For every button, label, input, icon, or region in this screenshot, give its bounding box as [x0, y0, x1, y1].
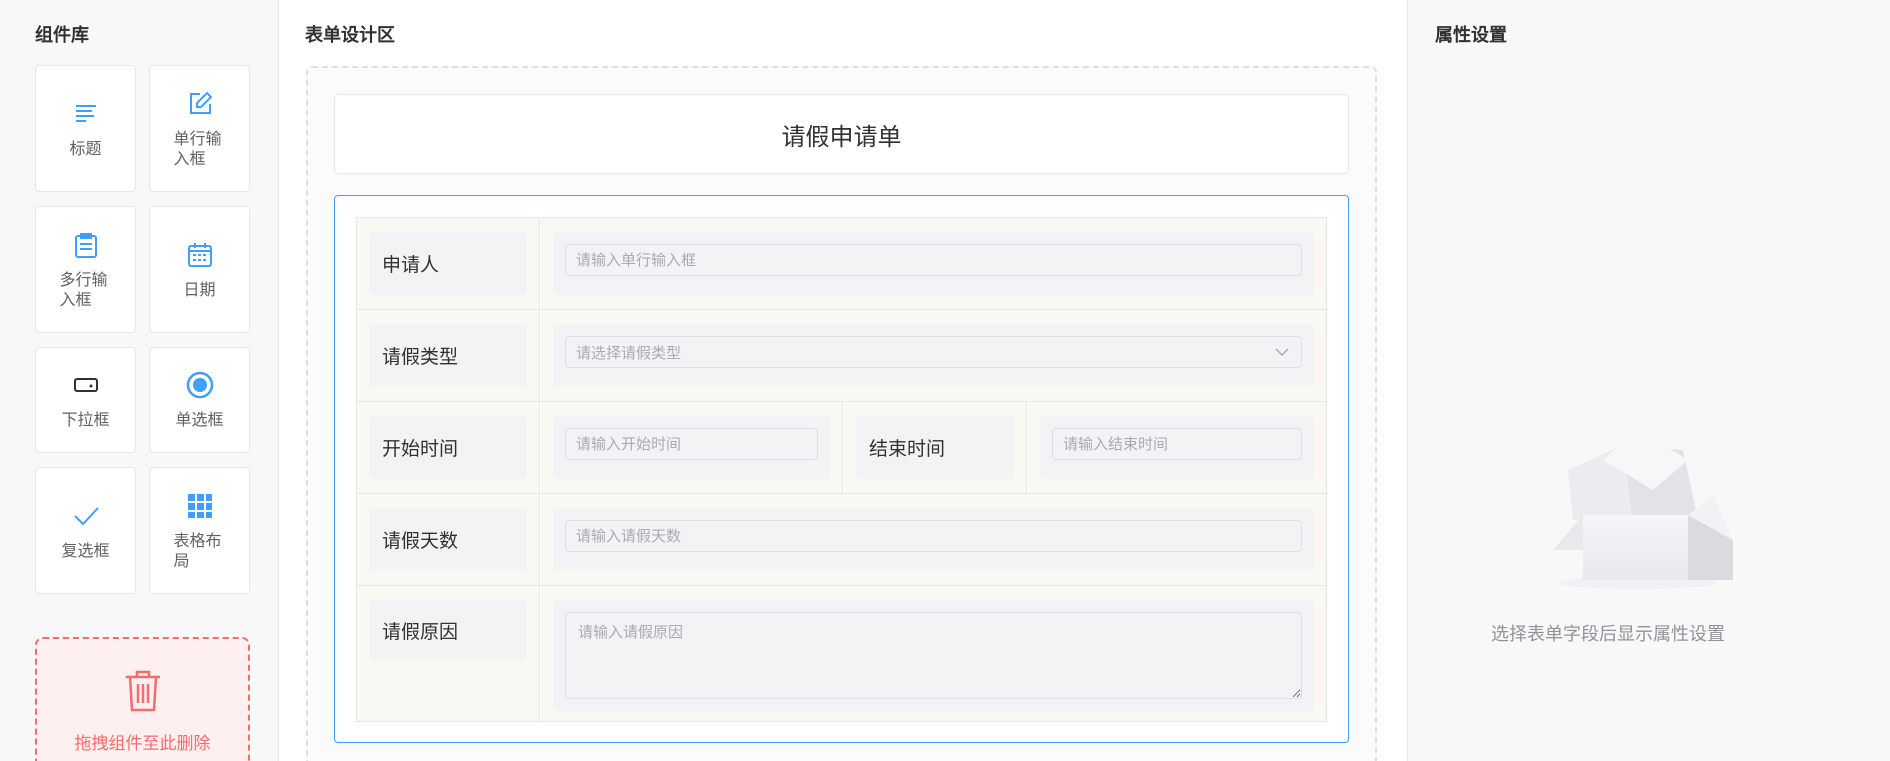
- form-title-component[interactable]: 请假申请单: [334, 94, 1349, 174]
- field-wrapper: [553, 416, 830, 479]
- component-label: 复选框: [61, 540, 110, 560]
- property-settings-title: 属性设置: [1435, 25, 1507, 46]
- calendar-icon: [185, 240, 215, 270]
- reason-textarea[interactable]: [565, 612, 1302, 699]
- component-label: 多行输入框: [59, 269, 108, 309]
- component-table-layout[interactable]: 表格布局: [149, 467, 250, 594]
- form-table: 申请人 请假类型 请选择请假类型: [356, 217, 1327, 722]
- leave-type-select[interactable]: 请选择请假类型: [565, 336, 1302, 368]
- document-icon: [71, 230, 101, 260]
- empty-state-text: 选择表单字段后显示属性设置: [1491, 624, 1725, 645]
- dropdown-icon: [71, 370, 101, 400]
- table-label-cell: 请假天数: [357, 494, 540, 585]
- component-label: 日期: [183, 279, 216, 299]
- applicant-input[interactable]: [565, 244, 1302, 276]
- leave-type-label: 请假类型: [369, 324, 527, 387]
- component-date[interactable]: 日期: [149, 206, 250, 333]
- trash-icon: [123, 669, 163, 717]
- field-wrapper: [553, 508, 1314, 571]
- chevron-down-icon: [1275, 345, 1289, 363]
- table-value-cell: [541, 494, 1326, 585]
- form-design-title: 表单设计区: [305, 25, 395, 46]
- component-single-input[interactable]: 单行输入框: [149, 65, 250, 192]
- check-icon: [71, 501, 101, 531]
- trash-dropzone[interactable]: 拖拽组件至此删除: [35, 637, 250, 761]
- end-time-input[interactable]: [1052, 428, 1302, 460]
- trash-label: 拖拽组件至此删除: [74, 734, 211, 754]
- table-label-cell: 申请人: [357, 218, 540, 309]
- component-grid: 标题 单行输入框 多行输入框 日期 下拉框 单选框 复选框 表格布局: [35, 65, 250, 594]
- field-wrapper: [1040, 416, 1314, 479]
- table-value-cell: 请选择请假类型: [541, 310, 1326, 401]
- table-value-cell: [541, 402, 843, 493]
- table-value-cell: [541, 586, 1326, 721]
- component-multi-input[interactable]: 多行输入框: [35, 206, 136, 333]
- heading-icon: [71, 99, 101, 129]
- edit-icon: [185, 89, 215, 119]
- table-label-cell: 请假原因: [357, 586, 540, 721]
- table-row-reason: 请假原因: [357, 586, 1326, 721]
- empty-box-icon: [1528, 375, 1748, 599]
- component-dropdown[interactable]: 下拉框: [35, 347, 136, 453]
- component-label: 表格布局: [173, 530, 222, 570]
- component-label: 标题: [69, 138, 102, 158]
- form-title-text: 请假申请单: [781, 122, 902, 151]
- radio-icon: [185, 370, 215, 400]
- component-label: 单选框: [175, 410, 224, 429]
- days-input[interactable]: [565, 520, 1302, 552]
- days-label: 请假天数: [369, 508, 527, 571]
- reason-label: 请假原因: [369, 600, 527, 661]
- table-row-leave-type: 请假类型 请选择请假类型: [357, 310, 1326, 402]
- table-row-applicant: 申请人: [357, 218, 1326, 310]
- field-wrapper: 请选择请假类型: [553, 324, 1314, 387]
- table-label-cell: 请假类型: [357, 310, 540, 401]
- component-library-title: 组件库: [35, 25, 89, 46]
- table-label-cell: 结束时间: [844, 402, 1027, 493]
- table-value-cell: [541, 218, 1326, 309]
- field-wrapper: [553, 600, 1314, 711]
- property-settings-panel: 属性设置 选择表单字段后显示属性设置: [1407, 0, 1890, 761]
- applicant-label: 申请人: [369, 232, 527, 295]
- start-time-input[interactable]: [565, 428, 818, 460]
- table-layout-component[interactable]: 申请人 请假类型 请选择请假类型: [334, 195, 1349, 743]
- leave-type-placeholder: 请选择请假类型: [576, 343, 682, 362]
- end-time-label: 结束时间: [856, 416, 1014, 479]
- table-label-cell: 开始时间: [357, 402, 540, 493]
- grid-icon: [185, 491, 215, 521]
- component-label: 单行输入框: [173, 128, 222, 168]
- component-library-panel: 组件库 标题 单行输入框 多行输入框 日期 下拉框 单选框 复选框 表格布局 拖…: [0, 0, 279, 761]
- component-radio[interactable]: 单选框: [149, 347, 250, 453]
- table-row-time: 开始时间 结束时间: [357, 402, 1326, 494]
- field-wrapper: [553, 232, 1314, 295]
- start-time-label: 开始时间: [369, 416, 527, 479]
- table-row-days: 请假天数: [357, 494, 1326, 586]
- component-label: 下拉框: [61, 410, 110, 429]
- component-heading[interactable]: 标题: [35, 65, 136, 192]
- form-design-panel: 表单设计区 请假申请单 申请人 请假类型: [279, 0, 1407, 761]
- table-value-cell: [1028, 402, 1326, 493]
- component-checkbox[interactable]: 复选框: [35, 467, 136, 594]
